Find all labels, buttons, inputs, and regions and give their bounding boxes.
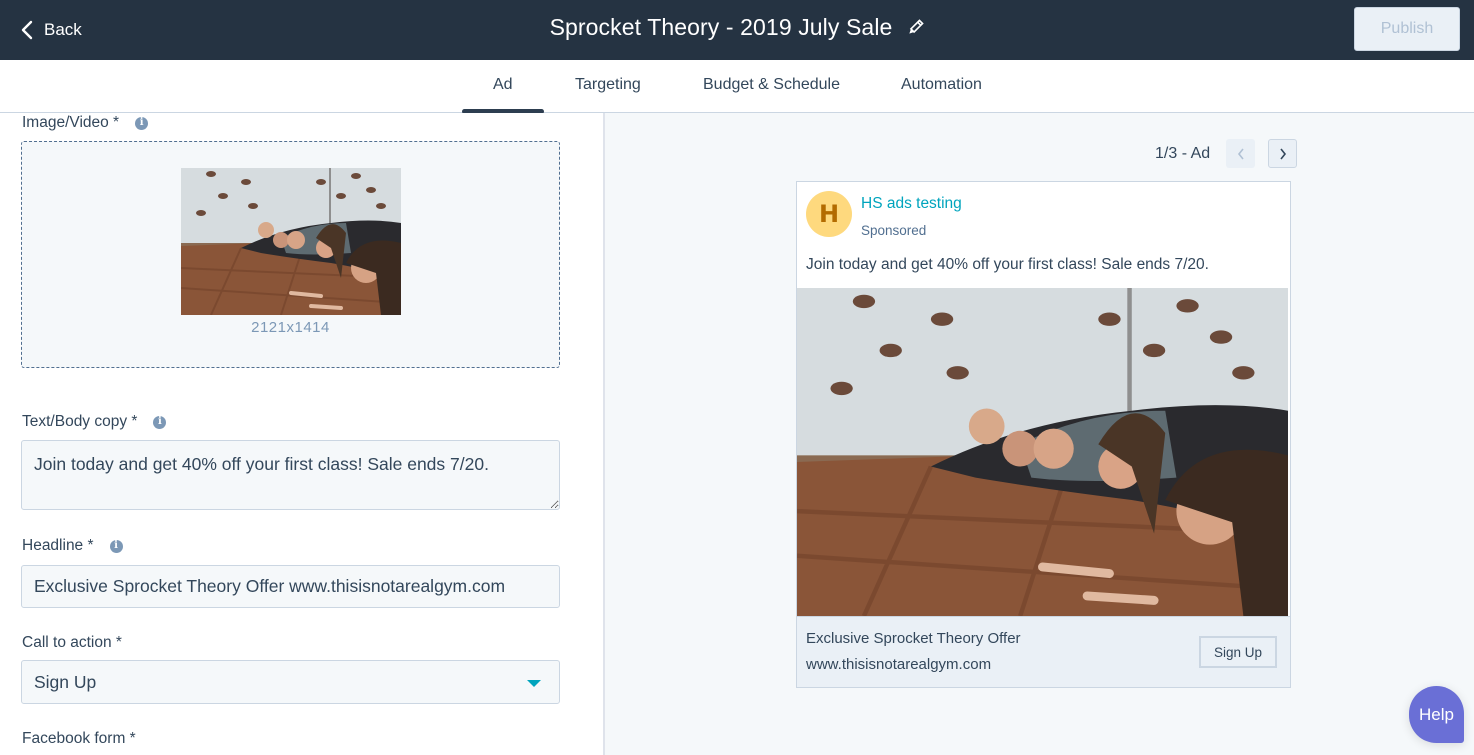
ad-body-text: Join today and get 40% off your first cl… (806, 256, 1209, 273)
tab-targeting[interactable]: Targeting (575, 76, 641, 94)
ad-url: www.thisisnotarealgym.com (806, 656, 992, 673)
facebook-form-label: Facebook form * (22, 730, 136, 747)
image-dimensions: 2121x1414 (251, 319, 330, 336)
caret-down-icon (527, 680, 541, 687)
ad-card-footer: Exclusive Sprocket Theory Offer www.this… (797, 616, 1290, 687)
ad-preview-card: H HS ads testing Sponsored Join today an… (796, 181, 1291, 688)
campaign-title-area: Sprocket Theory - 2019 July Sale (0, 14, 1474, 41)
call-to-action-label: Call to action * (22, 634, 122, 651)
headline-label-text: Headline * (22, 537, 94, 554)
headline-label: Headline * i (22, 537, 123, 555)
info-icon[interactable]: i (135, 116, 149, 130)
info-icon[interactable]: i (109, 539, 123, 553)
previous-ad-button[interactable] (1226, 139, 1256, 168)
avatar: H (806, 191, 852, 237)
image-video-label: Image/Video * i (22, 114, 149, 132)
info-icon[interactable]: i (153, 415, 167, 429)
call-to-action-select[interactable]: Sign Up (21, 660, 560, 704)
headline-input[interactable] (21, 565, 560, 608)
next-ad-button[interactable] (1268, 139, 1298, 168)
ad-image-thumbnail (181, 168, 401, 315)
chevron-left-icon (1237, 148, 1244, 159)
sign-up-cta-button[interactable]: Sign Up (1199, 636, 1277, 668)
body-copy-textarea[interactable]: Join today and get 40% off your first cl… (21, 440, 560, 510)
image-video-label-text: Image/Video * (22, 114, 120, 131)
tab-automation[interactable]: Automation (901, 76, 982, 94)
chevron-right-icon (1280, 148, 1286, 159)
ad-headline: Exclusive Sprocket Theory Offer (806, 630, 1021, 647)
publish-button[interactable]: Publish (1354, 7, 1460, 51)
ad-form-panel: Image/Video * i 2121x1414 Text/Body copy… (0, 113, 605, 755)
top-header: Back Sprocket Theory - 2019 July Sale Pu… (0, 0, 1474, 60)
page-name-link[interactable]: HS ads testing (861, 195, 962, 213)
sponsored-label: Sponsored (861, 223, 927, 238)
help-button[interactable]: Help (1409, 686, 1464, 743)
image-dropzone[interactable]: 2121x1414 (21, 141, 560, 368)
pencil-icon[interactable] (906, 18, 925, 37)
ad-preview-image (797, 288, 1288, 616)
pager-text: 1/3 - Ad (1155, 144, 1211, 162)
tab-ad[interactable]: Ad (462, 76, 543, 114)
body-copy-label-text: Text/Body copy * (22, 413, 138, 430)
page-title: Sprocket Theory - 2019 July Sale (549, 14, 893, 40)
call-to-action-value: Sign Up (34, 671, 97, 692)
tab-bar: Ad Targeting Budget & Schedule Automatio… (0, 60, 1474, 114)
ad-preview-pager: 1/3 - Ad (1155, 139, 1298, 168)
body-copy-label: Text/Body copy * i (22, 413, 167, 431)
tab-budget-schedule[interactable]: Budget & Schedule (703, 76, 840, 94)
